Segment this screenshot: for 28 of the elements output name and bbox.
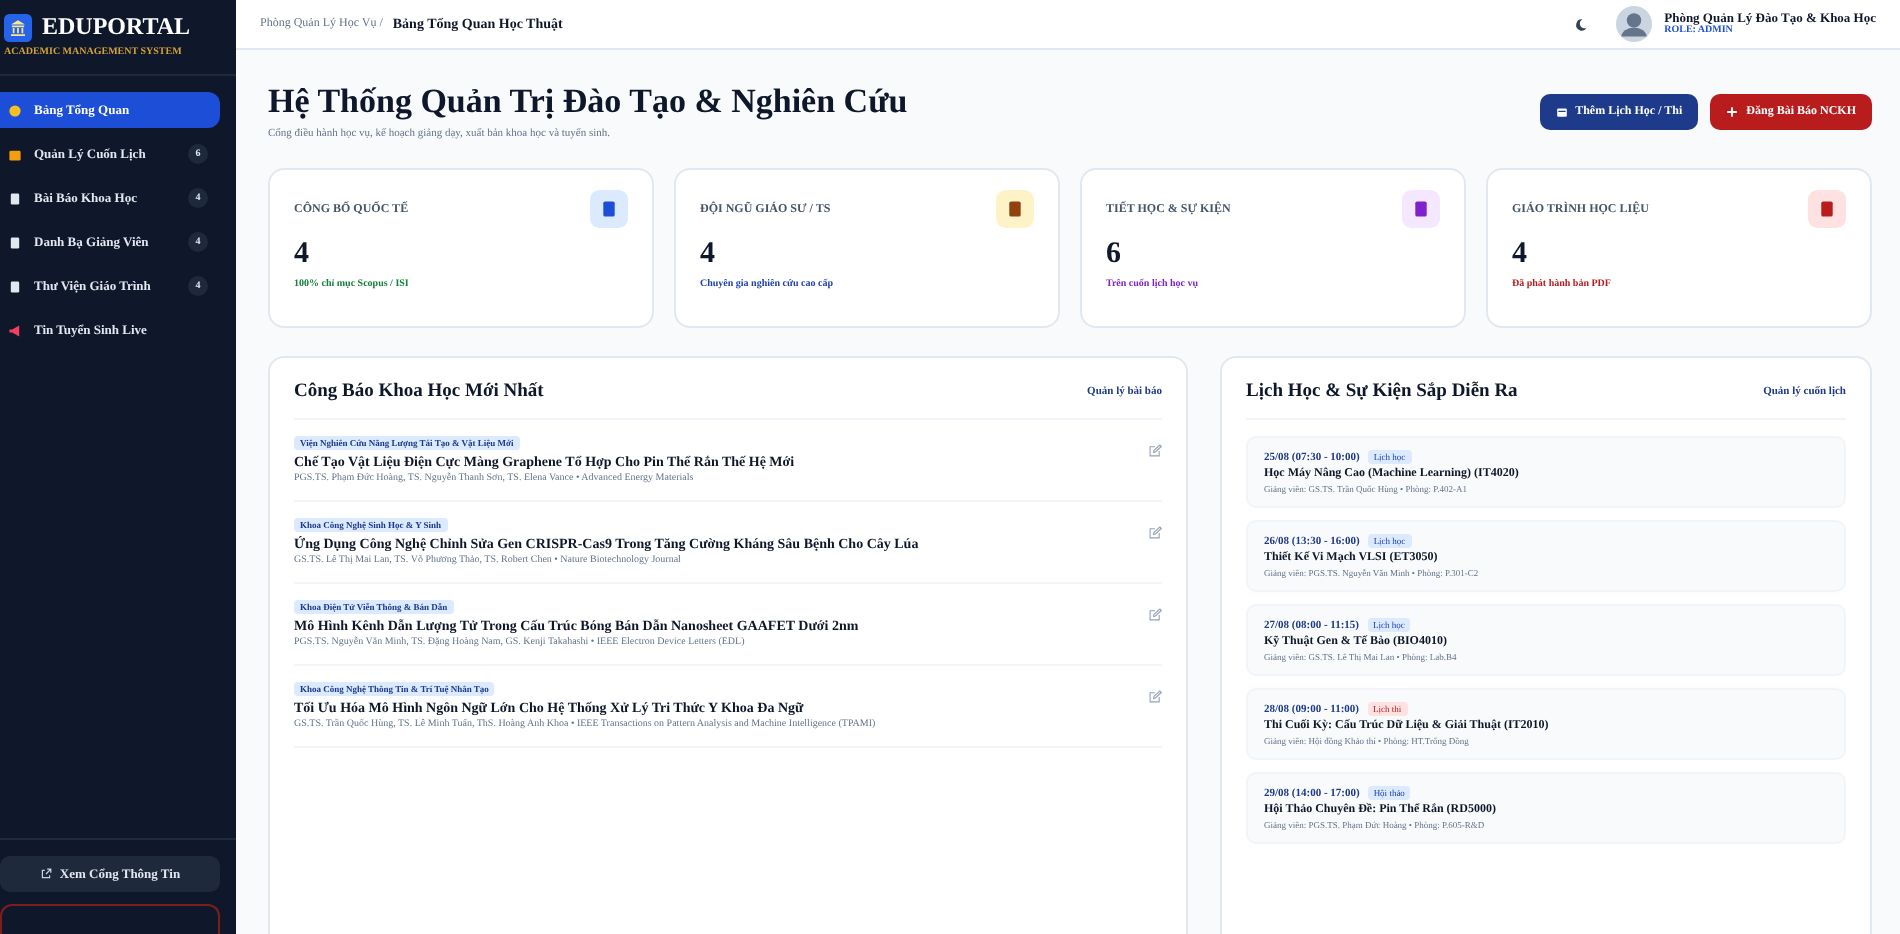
nav-icon [8, 279, 22, 293]
stat-value: 6 [1106, 238, 1123, 272]
building-icon [4, 13, 32, 41]
stat-icon [590, 190, 628, 228]
external-link-icon [39, 868, 52, 880]
moon-icon[interactable] [1574, 17, 1589, 31]
nav-icon [8, 147, 22, 161]
nav-icon [8, 191, 22, 205]
panel-title: Lịch Học & Sự Kiện Sắp Diễn Ra [1246, 382, 1518, 402]
nav-icon [8, 323, 22, 337]
panel-title: Công Báo Khoa Học Mới Nhất [294, 382, 544, 402]
avatar[interactable] [1616, 6, 1653, 42]
stat-value: 4 [1512, 238, 1529, 272]
brand-name: EDUPORTAL [42, 12, 191, 42]
calendar-icon [1555, 105, 1568, 117]
stat-icon [996, 190, 1034, 228]
edit-icon[interactable] [1148, 526, 1162, 540]
edit-icon[interactable] [1148, 608, 1162, 622]
stat-icon [1808, 190, 1846, 228]
nav-icon [8, 235, 22, 249]
plus-icon [1726, 105, 1739, 117]
page-title: Hệ Thống Quản Trị Đào Tạo & Nghiên Cứu [268, 82, 908, 122]
edit-icon[interactable] [1148, 444, 1162, 458]
stat-value: 4 [294, 238, 311, 272]
nav-icon [8, 103, 22, 117]
stat-icon [1402, 190, 1440, 228]
edit-icon[interactable] [1148, 690, 1162, 704]
stat-value: 4 [700, 238, 717, 272]
